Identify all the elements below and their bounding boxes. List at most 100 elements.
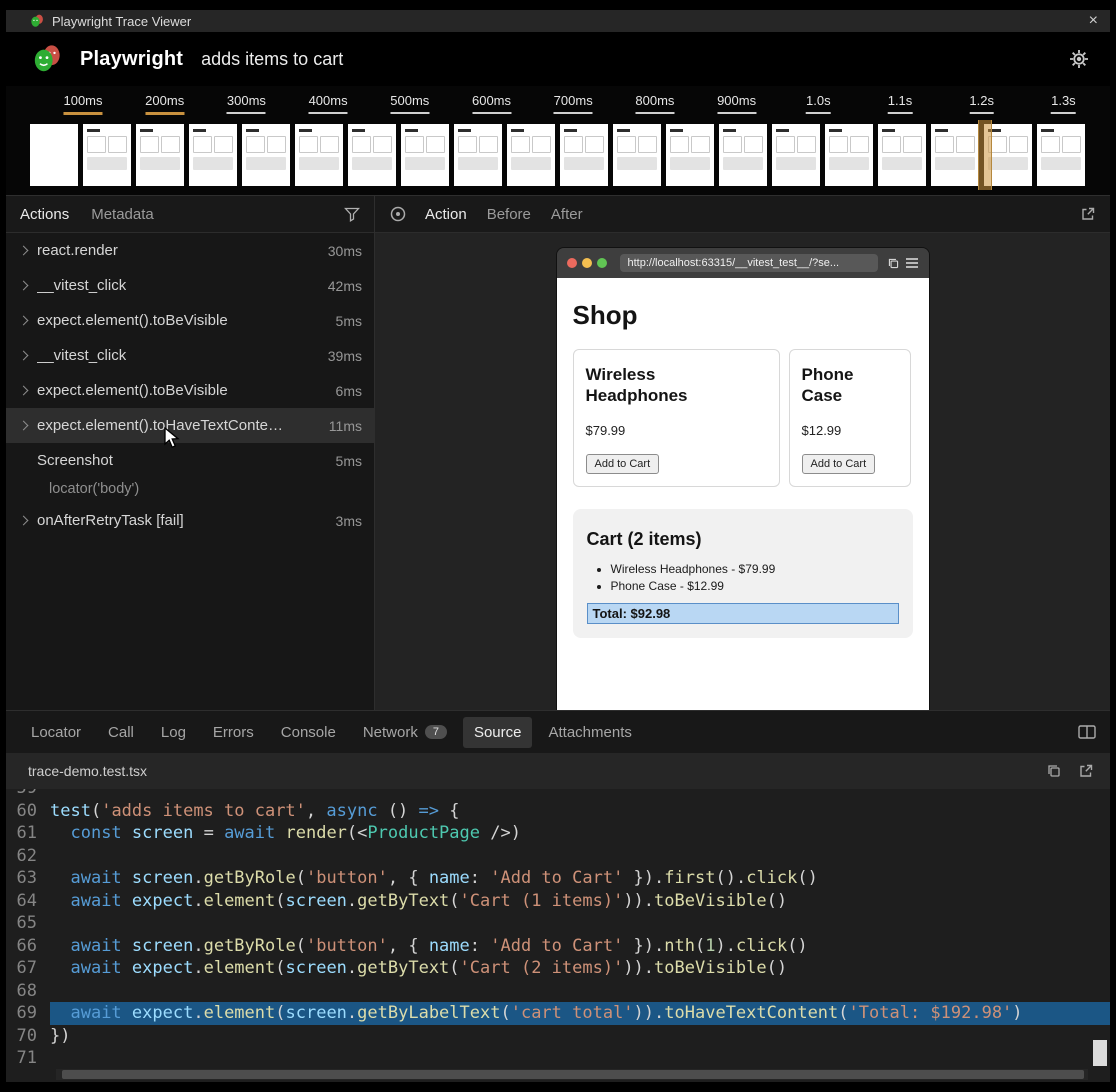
tab-errors[interactable]: Errors: [202, 717, 265, 748]
tab-call[interactable]: Call: [97, 717, 145, 748]
code-text: test('adds items to cart', async () => {: [50, 800, 1110, 823]
code-text: }): [50, 1025, 1110, 1048]
horizontal-scrollbar[interactable]: [56, 1069, 1088, 1080]
line-number: 70: [6, 1025, 50, 1048]
tab-after[interactable]: After: [551, 206, 583, 223]
tab-actions[interactable]: Actions: [20, 206, 69, 223]
action-duration: 30ms: [320, 243, 362, 259]
thumbnail-sketch: [214, 136, 233, 153]
vertical-scrollbar-thumb[interactable]: [1093, 1040, 1107, 1066]
code-token: [122, 891, 132, 911]
close-icon[interactable]: ×: [1089, 13, 1098, 29]
pick-locator-icon[interactable]: [389, 205, 407, 223]
code-token: ): [1012, 1003, 1022, 1023]
timeline-thumbnail[interactable]: [507, 124, 555, 186]
settings-gear-icon[interactable]: [1068, 48, 1090, 70]
code-token: .: [347, 1003, 357, 1023]
product-name: Wireless Headphones: [586, 364, 706, 407]
thumbnail-sketch: [744, 136, 763, 153]
thumbnail-sketch: [405, 136, 424, 153]
chevron-right-icon[interactable]: [16, 244, 30, 258]
timeline-thumbnail[interactable]: [666, 124, 714, 186]
thumbnail-sketch: [246, 129, 259, 132]
add-to-cart-button[interactable]: Add to Cart: [802, 454, 876, 474]
code-text: [50, 845, 1110, 868]
timeline-thumbnail[interactable]: [83, 124, 131, 186]
code-token: click: [746, 868, 797, 888]
code-token: .: [644, 891, 654, 911]
timeline-thumbnail[interactable]: [30, 124, 78, 186]
timeline-tick: 1.0s: [806, 93, 831, 114]
action-row[interactable]: onAfterRetryTask [fail]3ms: [6, 503, 374, 538]
thumbnail-sketch: [1041, 136, 1060, 153]
tab-metadata[interactable]: Metadata: [91, 206, 154, 223]
action-row[interactable]: expect.element().toHaveTextConte…11ms: [6, 408, 374, 443]
timeline-thumbnail[interactable]: [719, 124, 767, 186]
split-view-icon[interactable]: [1078, 724, 1096, 740]
chevron-right-icon[interactable]: [16, 419, 30, 433]
tab-attachments[interactable]: Attachments: [537, 717, 642, 748]
timeline-thumbnail[interactable]: [454, 124, 502, 186]
thumbnail-sketch: [723, 136, 763, 153]
timeline[interactable]: 100ms200ms300ms400ms500ms600ms700ms800ms…: [6, 86, 1110, 196]
code-token: 'Add to Cart': [490, 936, 623, 956]
timeline-thumbnail[interactable]: [1037, 124, 1085, 186]
timeline-thumbnail[interactable]: [136, 124, 184, 186]
chevron-right-icon[interactable]: [16, 384, 30, 398]
action-row[interactable]: __vitest_click42ms: [6, 268, 374, 303]
tab-log[interactable]: Log: [150, 717, 197, 748]
timeline-thumbnail[interactable]: [348, 124, 396, 186]
thumbnail-sketch: [776, 136, 816, 153]
copy-source-icon[interactable]: [1046, 763, 1062, 779]
timeline-thumbnail[interactable]: [401, 124, 449, 186]
timeline-tick: 200ms: [145, 93, 184, 115]
code-line: 67 await expect.element(screen.getByText…: [6, 957, 1110, 980]
snapshot-page: Shop Wireless Headphones$79.99Add to Car…: [557, 278, 929, 710]
thumbnail-sketch: [1009, 136, 1028, 153]
timeline-thumbnail[interactable]: [613, 124, 661, 186]
action-label: __vitest_click: [37, 277, 126, 294]
chevron-right-icon[interactable]: [16, 514, 30, 528]
action-row[interactable]: Screenshot5ms: [6, 443, 374, 478]
chevron-right-icon[interactable]: [16, 314, 30, 328]
tab-console[interactable]: Console: [270, 717, 347, 748]
action-row[interactable]: react.render30ms: [6, 233, 374, 268]
code-token: [122, 1003, 132, 1023]
action-row[interactable]: expect.element().toBeVisible6ms: [6, 373, 374, 408]
tab-network[interactable]: Network7: [352, 717, 458, 748]
timeline-thumbnail[interactable]: [189, 124, 237, 186]
open-external-icon[interactable]: [1080, 206, 1096, 222]
tab-before[interactable]: Before: [487, 206, 531, 223]
timeline-thumbnail[interactable]: [772, 124, 820, 186]
chevron-right-icon[interactable]: [16, 349, 30, 363]
tab-action[interactable]: Action: [425, 206, 467, 223]
tab-locator[interactable]: Locator: [20, 717, 92, 748]
code-text: await expect.element(screen.getByLabelTe…: [50, 1002, 1110, 1025]
add-to-cart-button[interactable]: Add to Cart: [586, 454, 660, 474]
thumbnail-sketch: [850, 136, 869, 153]
chevron-right-icon[interactable]: [16, 279, 30, 293]
timeline-thumbnail[interactable]: [878, 124, 926, 186]
action-row[interactable]: __vitest_click39ms: [6, 338, 374, 373]
copy-url-icon[interactable]: [887, 257, 900, 270]
filter-icon[interactable]: [344, 206, 360, 222]
timeline-thumbnail[interactable]: [931, 124, 979, 186]
code-token: (): [797, 868, 817, 888]
horizontal-scrollbar-thumb[interactable]: [62, 1070, 1084, 1079]
vertical-scrollbar[interactable]: [1092, 791, 1108, 1066]
timeline-thumbnail[interactable]: [295, 124, 343, 186]
timeline-thumbnail[interactable]: [825, 124, 873, 186]
main-split: Actions Metadata react.render30ms__vites…: [6, 196, 1110, 710]
titlebar-title: Playwright Trace Viewer: [52, 14, 191, 29]
timeline-thumbnail[interactable]: [242, 124, 290, 186]
menu-icon[interactable]: [905, 257, 919, 269]
timeline-thumbnail[interactable]: [560, 124, 608, 186]
action-label: onAfterRetryTask [fail]: [37, 512, 184, 529]
code-token: .: [726, 936, 736, 956]
thumbnail-sketch: [140, 129, 153, 132]
tab-source[interactable]: Source: [463, 717, 533, 748]
open-source-external-icon[interactable]: [1078, 763, 1094, 779]
action-row[interactable]: expect.element().toBeVisible5ms: [6, 303, 374, 338]
code-token: test: [50, 801, 91, 821]
code-token: screen: [132, 936, 193, 956]
